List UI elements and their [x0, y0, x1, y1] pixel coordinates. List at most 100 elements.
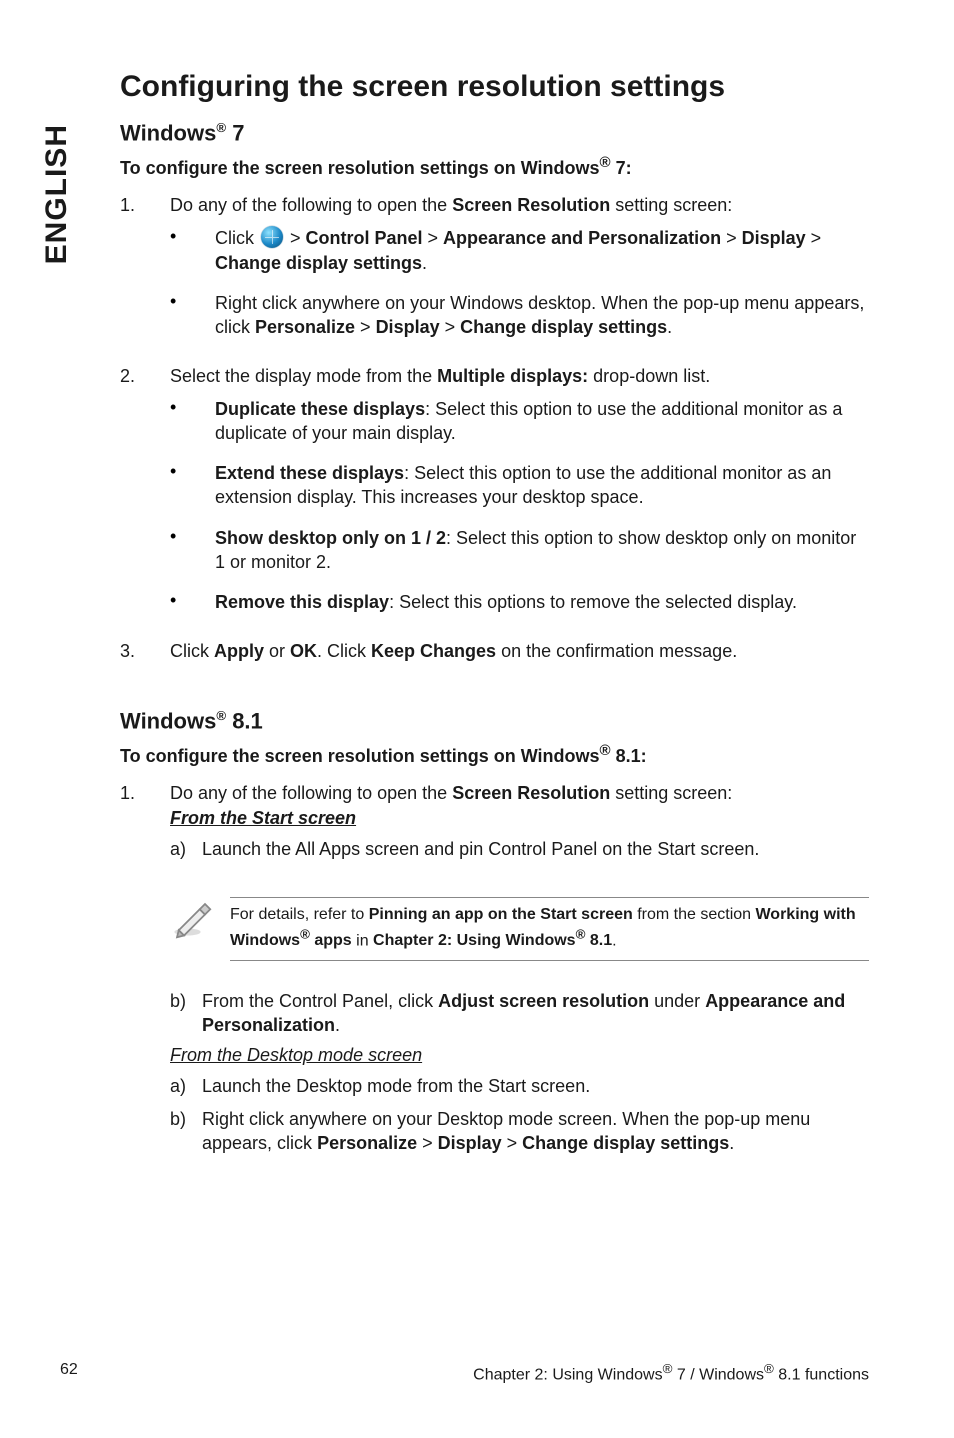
from-start-screen-heading: From the Start screen	[170, 808, 356, 828]
bullet-text: Click > Control Panel > Appearance and P…	[215, 226, 869, 275]
text: >	[417, 1133, 438, 1153]
text: from the section	[633, 906, 756, 923]
registered-mark: ®	[216, 120, 226, 135]
list-number: 3.	[120, 641, 170, 662]
text: Do any of the following to open the	[170, 783, 452, 803]
registered-mark: ®	[764, 1361, 774, 1376]
list-letter: b)	[170, 989, 202, 1038]
win7-subtitle: To configure the screen resolution setti…	[120, 154, 869, 179]
text-line: Click Apply or OK. Click Keep Changes on…	[170, 641, 869, 662]
text: >	[355, 317, 376, 337]
win7-heading-suffix: 7	[226, 120, 244, 145]
bullet-dot: •	[170, 461, 215, 510]
text: Launch the All Apps screen and pin Contr…	[202, 837, 759, 861]
note-text: For details, refer to Pinning an app on …	[230, 904, 869, 952]
text: Launch the Desktop mode from the Start s…	[202, 1074, 590, 1098]
win81-heading-suffix: 8.1	[226, 708, 263, 733]
text: setting screen:	[610, 783, 732, 803]
bullet-dot: •	[170, 226, 215, 275]
bullet-text: Right click anywhere on your Windows des…	[215, 291, 869, 340]
bullet-text: Extend these displays: Select this optio…	[215, 461, 869, 510]
bullet-dot: •	[170, 397, 215, 446]
text-bold: Screen Resolution	[452, 783, 610, 803]
list-letter: a)	[170, 1074, 202, 1098]
text: >	[806, 228, 822, 248]
text: : Select this options to remove the sele…	[389, 592, 797, 612]
text-bold: Adjust screen resolution	[438, 991, 649, 1011]
text-bold: Chapter 2: Using Windows® 8.1	[373, 932, 612, 949]
bullet-text: Show desktop only on 1 / 2: Select this …	[215, 526, 869, 575]
win81-heading: Windows® 8.1	[120, 708, 869, 734]
registered-mark: ®	[663, 1361, 673, 1376]
text-bold: Change display settings	[460, 317, 667, 337]
text-line: From the Control Panel, click Adjust scr…	[202, 989, 869, 1038]
text-bold: OK	[290, 641, 317, 661]
text-bold: Remove this display	[215, 592, 389, 612]
win81-heading-prefix: Windows	[120, 708, 216, 733]
chapter-title: Chapter 2: Using Windows® 7 / Windows® 8…	[473, 1361, 869, 1384]
text: .	[612, 932, 616, 949]
text: >	[423, 228, 444, 248]
page-title: Configuring the screen resolution settin…	[120, 70, 869, 104]
text-line: Do any of the following to open the Scre…	[170, 783, 869, 804]
text: .	[667, 317, 672, 337]
text-bold: Personalize	[317, 1133, 417, 1153]
text-bold: Personalize	[255, 317, 355, 337]
win81-subtitle-suffix: 8.1:	[611, 746, 647, 766]
registered-mark: ®	[216, 708, 226, 723]
list-number: 1.	[120, 783, 170, 869]
text: .	[729, 1133, 734, 1153]
text: on the confirmation message.	[496, 641, 737, 661]
divider	[230, 897, 869, 898]
text-bold: Change display settings	[522, 1133, 729, 1153]
list-number: 2.	[120, 366, 170, 631]
text-line: Right click anywhere on your Desktop mod…	[202, 1107, 869, 1156]
win7-subtitle-prefix: To configure the screen resolution setti…	[120, 158, 600, 178]
language-tab: ENGLISH	[40, 124, 74, 264]
registered-mark: ®	[600, 154, 611, 171]
text: >	[440, 317, 461, 337]
text: under	[649, 991, 705, 1011]
text: . Click	[317, 641, 371, 661]
note-pen-icon	[170, 897, 230, 939]
win7-heading-prefix: Windows	[120, 120, 216, 145]
text: Select the display mode from the	[170, 366, 437, 386]
bullet-dot: •	[170, 590, 215, 614]
list-number: 1.	[120, 195, 170, 355]
text: Do any of the following to open the	[170, 195, 452, 215]
text: or	[264, 641, 290, 661]
text-bold: Change display settings	[215, 253, 422, 273]
text: .	[422, 253, 427, 273]
text-bold: Display	[742, 228, 806, 248]
text-bold: Apply	[214, 641, 264, 661]
bullet-text: Remove this display: Select this options…	[215, 590, 869, 614]
text: .	[335, 1015, 340, 1035]
text-bold: Pinning an app on the Start screen	[369, 906, 633, 923]
text-bold: Multiple displays:	[437, 366, 588, 386]
text: drop-down list.	[588, 366, 710, 386]
text-bold: Display	[438, 1133, 502, 1153]
text-bold: Extend these displays	[215, 463, 404, 483]
text: From the Control Panel, click	[202, 991, 438, 1011]
win7-subtitle-suffix: 7:	[611, 158, 632, 178]
text: >	[502, 1133, 523, 1153]
windows-start-orb-icon	[261, 226, 283, 248]
text: For details, refer to	[230, 906, 369, 923]
list-letter: b)	[170, 1107, 202, 1156]
win81-subtitle: To configure the screen resolution setti…	[120, 742, 869, 767]
divider	[230, 960, 869, 961]
text-bold: Show desktop only on 1 / 2	[215, 528, 446, 548]
bullet-text: Duplicate these displays: Select this op…	[215, 397, 869, 446]
list-letter: a)	[170, 837, 202, 861]
text-bold: Duplicate these displays	[215, 399, 425, 419]
registered-mark: ®	[300, 927, 310, 942]
text-bold: Screen Resolution	[452, 195, 610, 215]
registered-mark: ®	[600, 742, 611, 759]
text: >	[721, 228, 742, 248]
from-desktop-mode-heading: From the Desktop mode screen	[170, 1045, 422, 1065]
text-bold: Keep Changes	[371, 641, 496, 661]
text: >	[285, 228, 306, 248]
registered-mark: ®	[576, 927, 586, 942]
page-footer: 62 Chapter 2: Using Windows® 7 / Windows…	[60, 1361, 869, 1384]
text: Click	[215, 228, 259, 248]
